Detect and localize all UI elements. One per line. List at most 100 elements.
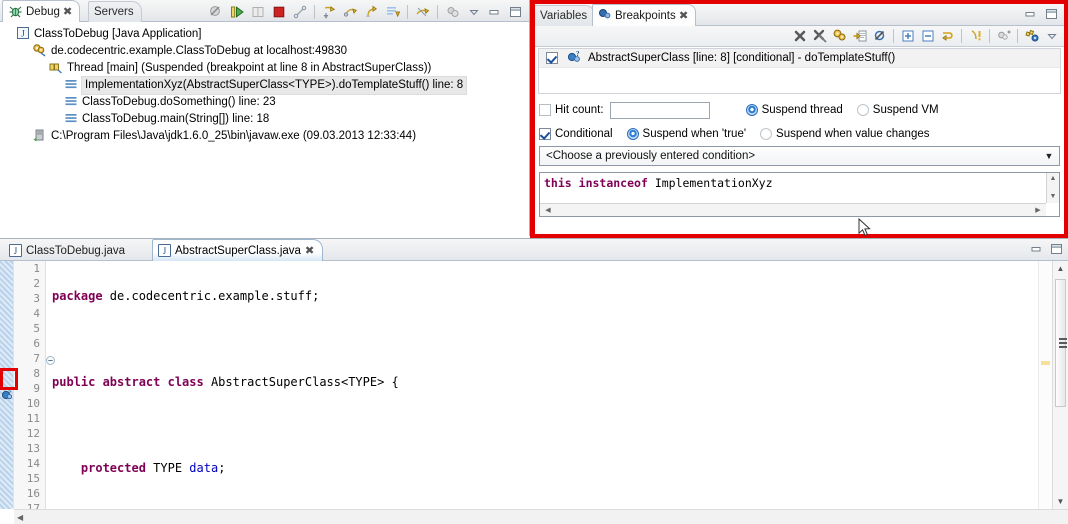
code-editor[interactable]: ? 1 2 3 4 5 6 7 8 9 10 11 12 13 14 15 16…	[0, 261, 1068, 524]
maximize-icon[interactable]	[1048, 241, 1065, 256]
hit-count-checkbox[interactable]	[539, 104, 551, 116]
breakpoint-properties-icon[interactable]	[1022, 27, 1041, 45]
use-step-filters-icon[interactable]	[413, 3, 432, 21]
minimize-icon[interactable]	[1022, 6, 1039, 21]
conditional-label: Conditional	[555, 128, 613, 140]
link-with-debug-view-icon[interactable]	[938, 27, 957, 45]
suspend-when-true-label: Suspend when 'true'	[642, 128, 747, 140]
line-number: 1	[33, 262, 40, 275]
maximize-icon[interactable]	[1043, 6, 1060, 21]
tree-item-stack-frame-selected[interactable]: ImplementationXyz(AbstractSuperClass<TYP…	[0, 76, 529, 95]
conditional-checkbox[interactable]	[539, 128, 551, 140]
stack-frame-icon	[64, 77, 78, 94]
tree-item-launch[interactable]: J ClassToDebug [Java Application]	[0, 26, 529, 43]
close-icon[interactable]: ✖	[679, 10, 689, 21]
code-text[interactable]: package de.codecentric.example.stuff; pu…	[46, 261, 1038, 509]
tree-item-thread[interactable]: Thread [main] (Suspended (breakpoint at …	[0, 60, 529, 77]
mouse-cursor	[858, 217, 872, 238]
scroll-down-arrow-icon[interactable]: ▼	[1047, 191, 1059, 203]
scroll-up-arrow-icon[interactable]: ▲	[1053, 261, 1068, 276]
editor-vertical-scrollbar[interactable]: ▲ ▼	[1052, 261, 1068, 509]
working-sets-icon[interactable]	[994, 27, 1013, 45]
tab-breakpoints[interactable]: Breakpoints ✖	[592, 4, 696, 26]
view-menu-icon[interactable]	[443, 3, 462, 21]
condition-code-editor[interactable]: this instanceof ImplementationXyz ▲ ▼ ◀ …	[539, 172, 1060, 217]
tab-variables[interactable]: Variables	[535, 5, 596, 26]
condition-code-text: this instanceof ImplementationXyz	[544, 176, 773, 190]
step-over-icon[interactable]	[341, 3, 360, 21]
tab-servers-label: Servers	[94, 6, 134, 18]
resume-icon[interactable]	[227, 3, 246, 21]
skip-all-breakpoints-icon[interactable]	[870, 27, 889, 45]
terminate-icon[interactable]	[269, 3, 288, 21]
editor-horizontal-scrollbar[interactable]: ◀	[14, 509, 1068, 524]
close-icon[interactable]: ✖	[305, 245, 315, 256]
condition-horizontal-scrollbar[interactable]: ◀ ▶	[540, 203, 1046, 216]
tree-item-label: de.codecentric.example.ClassToDebug at l…	[51, 45, 347, 57]
debug-stack-tree[interactable]: J ClassToDebug [Java Application] de.cod…	[0, 22, 529, 236]
breakpoint-gutter[interactable]: ?	[0, 261, 14, 509]
go-to-file-icon[interactable]	[850, 27, 869, 45]
line-number-gutter: 1 2 3 4 5 6 7 8 9 10 11 12 13 14 15 16	[14, 261, 55, 515]
expand-all-icon[interactable]	[898, 27, 917, 45]
tree-item-stack-frame[interactable]: ClassToDebug.main(String[]) line: 18	[0, 111, 529, 128]
remove-all-breakpoints-icon[interactable]	[810, 27, 829, 45]
hit-count-input[interactable]	[609, 101, 710, 119]
tree-item-stack-frame[interactable]: ClassToDebug.doSomething() line: 23	[0, 94, 529, 111]
show-breakpoints-supported-icon[interactable]	[830, 27, 849, 45]
drop-to-frame-icon[interactable]	[383, 3, 402, 21]
step-into-icon[interactable]	[320, 3, 339, 21]
line-number: 14	[26, 457, 40, 470]
remove-breakpoint-icon[interactable]	[790, 27, 809, 45]
tab-debug[interactable]: Debug ✖	[2, 0, 81, 22]
minimize-icon[interactable]	[485, 3, 504, 21]
conditional-breakpoint-marker-icon[interactable]: ?	[1, 389, 13, 404]
breakpoints-view-tabbar: Variables Breakpoints ✖	[535, 4, 1064, 26]
condition-vertical-scrollbar[interactable]: ▲ ▼	[1046, 173, 1059, 203]
close-icon[interactable]: ✖	[63, 6, 73, 17]
scroll-down-arrow-icon[interactable]: ▼	[1053, 494, 1068, 509]
toolbar-separator	[961, 29, 962, 43]
editor-tab-abstractsuperclass[interactable]: J AbstractSuperClass.java ✖	[152, 239, 324, 261]
tree-item-label: Thread [main] (Suspended (breakpoint at …	[67, 62, 432, 74]
suspend-thread-radio[interactable]	[745, 104, 758, 116]
skip-all-breakpoints-icon[interactable]	[206, 3, 225, 21]
stack-frame-icon	[64, 111, 78, 128]
line-number: 12	[26, 427, 40, 440]
collapse-all-icon[interactable]	[918, 27, 937, 45]
suspend-when-value-changes-radio[interactable]	[760, 128, 773, 140]
maximize-icon[interactable]	[506, 3, 525, 21]
editor-tab-classtodebug[interactable]: J ClassToDebug.java	[4, 240, 133, 261]
minimize-icon[interactable]	[1028, 241, 1045, 256]
breakpoint-icon	[598, 8, 612, 24]
overview-ruler[interactable]	[1038, 261, 1052, 509]
suspend-icon[interactable]	[248, 3, 267, 21]
scroll-left-arrow-icon[interactable]: ◀	[542, 204, 554, 216]
breakpoint-list-item[interactable]: ? AbstractSuperClass [line: 8] [conditio…	[539, 49, 1060, 68]
view-menu-chevron-icon[interactable]	[464, 3, 483, 21]
scroll-right-arrow-icon[interactable]: ▶	[1032, 204, 1044, 216]
tab-servers[interactable]: Servers	[88, 1, 142, 22]
tree-item-debug-target[interactable]: de.codecentric.example.ClassToDebug at l…	[0, 43, 529, 60]
chevron-down-icon[interactable]: ▼	[1041, 151, 1057, 161]
breakpoints-list[interactable]: ? AbstractSuperClass [line: 8] [conditio…	[538, 48, 1061, 94]
condition-history-combo[interactable]: <Choose a previously entered condition> …	[539, 146, 1060, 166]
editor-area: J ClassToDebug.java J AbstractSuperClass…	[0, 238, 1068, 524]
breakpoints-toolbar	[535, 26, 1064, 47]
scroll-up-arrow-icon[interactable]: ▲	[1047, 173, 1059, 185]
tree-item-process[interactable]: C:\Program Files\Java\jdk1.6.0_25\bin\ja…	[0, 128, 529, 145]
scroll-left-arrow-icon[interactable]: ◀	[17, 510, 23, 524]
stack-frame-icon	[64, 94, 78, 111]
toolbar-separator	[1017, 29, 1018, 43]
step-return-icon[interactable]	[362, 3, 381, 21]
tree-item-label: ClassToDebug.doSomething() line: 23	[82, 96, 276, 108]
suspend-vm-radio[interactable]	[856, 104, 869, 116]
suspend-when-true-radio[interactable]	[626, 128, 639, 140]
breakpoint-enabled-checkbox[interactable]	[546, 52, 558, 64]
tree-item-label: ClassToDebug.main(String[]) line: 18	[82, 113, 270, 125]
view-menu-icon[interactable]	[1042, 27, 1061, 45]
scrollbar-thumb[interactable]	[1055, 279, 1067, 407]
disconnect-icon[interactable]	[290, 3, 309, 21]
add-java-exception-breakpoint-icon[interactable]	[966, 27, 985, 45]
line-number: 4	[33, 307, 40, 320]
